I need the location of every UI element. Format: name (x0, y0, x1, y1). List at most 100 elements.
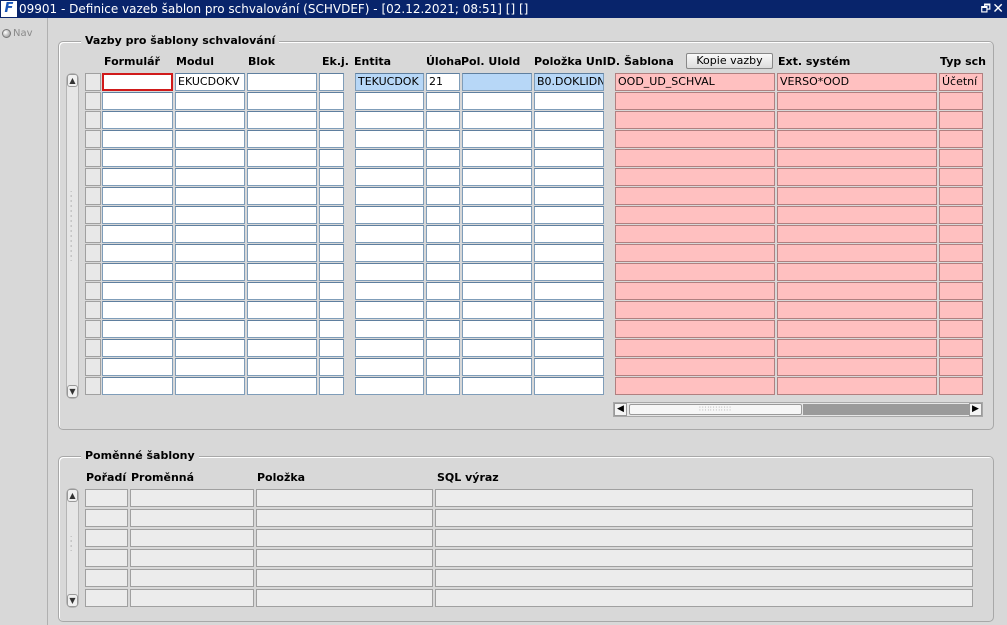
field-ext-system[interactable] (777, 111, 937, 129)
field-modul[interactable] (175, 320, 245, 338)
field-ext-system[interactable] (777, 282, 937, 300)
field-uloha[interactable] (426, 339, 460, 357)
field-typ-sch[interactable] (939, 130, 983, 148)
field-entita[interactable] (355, 225, 424, 243)
field-ekj[interactable] (319, 301, 344, 319)
field-pol-ulold[interactable] (462, 130, 532, 148)
variable-promenna-field[interactable] (130, 589, 254, 607)
field-typ-sch[interactable] (939, 282, 983, 300)
field-uloha[interactable] (426, 92, 460, 110)
field-pol-ulold[interactable] (462, 73, 532, 91)
field-modul[interactable] (175, 263, 245, 281)
field-formular[interactable] (102, 301, 173, 319)
field-polozka-unid[interactable] (534, 358, 604, 376)
field-ekj[interactable] (319, 111, 344, 129)
field-pol-ulold[interactable] (462, 320, 532, 338)
field-uloha[interactable] (426, 149, 460, 167)
variable-order-field[interactable] (85, 529, 128, 547)
field-sablona[interactable] (615, 111, 775, 129)
field-ekj[interactable] (319, 225, 344, 243)
field-ext-system[interactable] (777, 225, 937, 243)
field-ekj[interactable] (319, 263, 344, 281)
field-pol-ulold[interactable] (462, 263, 532, 281)
field-typ-sch[interactable] (939, 111, 983, 129)
field-modul[interactable]: EKUCDOKV (175, 73, 245, 91)
row-selector[interactable] (85, 225, 101, 243)
field-ekj[interactable] (319, 130, 344, 148)
field-pol-ulold[interactable] (462, 206, 532, 224)
field-entita[interactable] (355, 244, 424, 262)
field-sablona[interactable] (615, 206, 775, 224)
field-pol-ulold[interactable] (462, 339, 532, 357)
field-entita[interactable] (355, 168, 424, 186)
field-formular[interactable] (102, 130, 173, 148)
field-formular[interactable] (102, 377, 173, 395)
field-blok[interactable] (247, 225, 317, 243)
scroll-down-icon[interactable]: ▼ (67, 385, 78, 398)
field-sablona[interactable] (615, 339, 775, 357)
field-ekj[interactable] (319, 282, 344, 300)
field-ekj[interactable] (319, 149, 344, 167)
field-formular[interactable] (102, 168, 173, 186)
field-ext-system[interactable] (777, 301, 937, 319)
field-sablona[interactable] (615, 168, 775, 186)
field-ext-system[interactable] (777, 377, 937, 395)
field-uloha[interactable] (426, 225, 460, 243)
row-selector[interactable] (85, 377, 101, 395)
row-selector[interactable] (85, 73, 101, 91)
field-polozka-unid[interactable] (534, 92, 604, 110)
row-selector[interactable] (85, 149, 101, 167)
field-uloha[interactable] (426, 244, 460, 262)
field-typ-sch[interactable] (939, 301, 983, 319)
field-uloha[interactable] (426, 187, 460, 205)
variable-promenna-field[interactable] (130, 569, 254, 587)
field-sablona[interactable]: OOD_UD_SCHVAL (615, 73, 775, 91)
field-sablona[interactable] (615, 149, 775, 167)
field-ekj[interactable] (319, 187, 344, 205)
field-entita[interactable] (355, 377, 424, 395)
variable-polozka-field[interactable] (256, 509, 433, 527)
field-modul[interactable] (175, 225, 245, 243)
field-pol-ulold[interactable] (462, 168, 532, 186)
field-pol-ulold[interactable] (462, 149, 532, 167)
field-entita[interactable] (355, 92, 424, 110)
field-ekj[interactable] (319, 206, 344, 224)
field-polozka-unid[interactable] (534, 263, 604, 281)
field-modul[interactable] (175, 130, 245, 148)
field-entita[interactable] (355, 130, 424, 148)
field-entita[interactable]: TEKUCDOK (355, 73, 424, 91)
close-window-icon[interactable]: ✕ (992, 0, 1004, 18)
scroll-down-icon[interactable]: ▼ (67, 594, 78, 607)
field-pol-ulold[interactable] (462, 225, 532, 243)
field-polozka-unid[interactable] (534, 320, 604, 338)
field-sablona[interactable] (615, 187, 775, 205)
field-ext-system[interactable] (777, 168, 937, 186)
restore-window-icon[interactable]: 🗗 (981, 0, 991, 18)
scroll-grip[interactable]: ⁚ ⁚ ⁚ ⁚ ⁚ ⁚ ⁚ ⁚ ⁚ ⁚ ⁚ ⁚ ⁚ ⁚ (70, 191, 72, 263)
field-formular[interactable] (102, 149, 173, 167)
field-modul[interactable] (175, 339, 245, 357)
field-blok[interactable] (247, 149, 317, 167)
variable-sql-field[interactable] (435, 529, 973, 547)
field-polozka-unid[interactable] (534, 130, 604, 148)
nav-toggle[interactable]: Nav (2, 28, 33, 39)
field-entita[interactable] (355, 111, 424, 129)
field-blok[interactable] (247, 168, 317, 186)
variable-sql-field[interactable] (435, 489, 973, 507)
field-blok[interactable] (247, 206, 317, 224)
field-uloha[interactable] (426, 320, 460, 338)
field-ext-system[interactable] (777, 206, 937, 224)
field-ext-system[interactable] (777, 320, 937, 338)
field-ext-system[interactable]: VERSO*OOD (777, 73, 937, 91)
field-uloha[interactable] (426, 206, 460, 224)
field-entita[interactable] (355, 301, 424, 319)
field-ext-system[interactable] (777, 263, 937, 281)
row-selector[interactable] (85, 92, 101, 110)
field-pol-ulold[interactable] (462, 301, 532, 319)
field-uloha[interactable]: 21 (426, 73, 460, 91)
field-ekj[interactable] (319, 377, 344, 395)
field-modul[interactable] (175, 377, 245, 395)
field-uloha[interactable] (426, 377, 460, 395)
field-entita[interactable] (355, 149, 424, 167)
field-sablona[interactable] (615, 130, 775, 148)
